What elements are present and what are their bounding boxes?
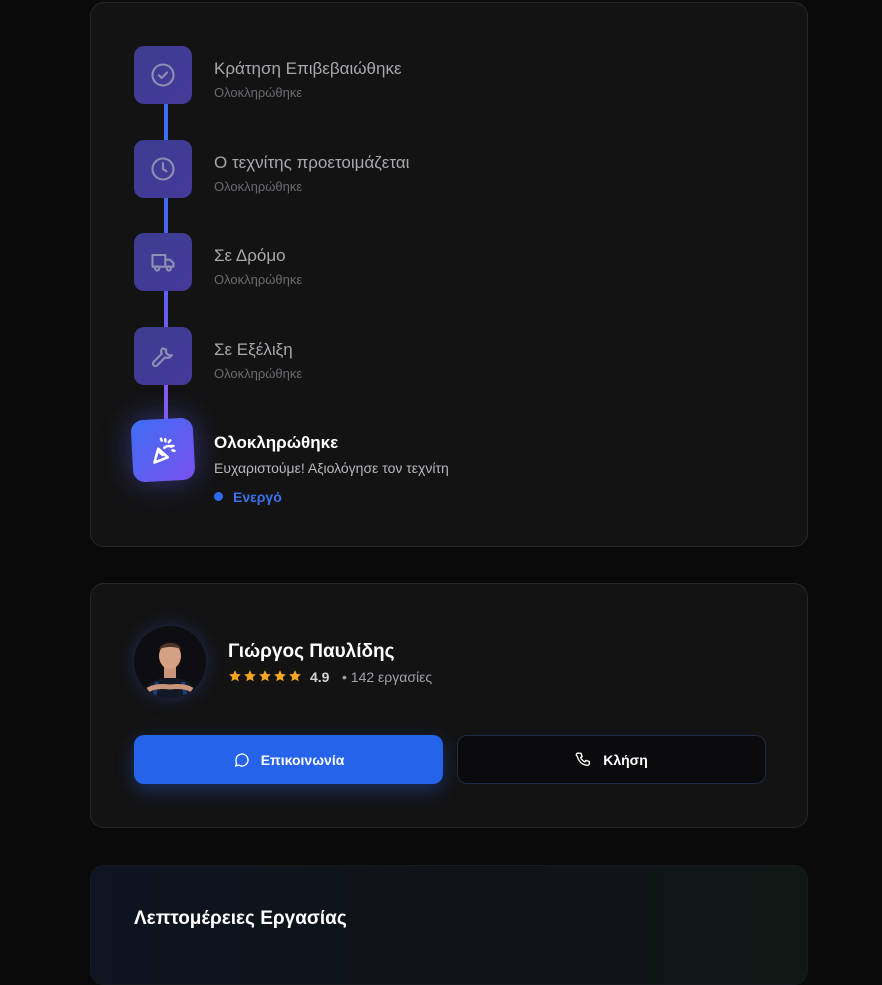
rating-stars <box>228 669 302 683</box>
call-button-label: Κλήση <box>603 751 648 768</box>
step-title: Σε Εξέλιξη <box>214 340 293 359</box>
star-icon <box>274 670 286 682</box>
step-title: Ο τεχνίτης προετοιμάζεται <box>214 153 410 172</box>
chat-bubble-icon <box>234 752 249 767</box>
timeline-step-confirmed: Κράτηση Επιβεβαιώθηκε Ολοκληρώθηκε <box>134 46 774 106</box>
rating-value: 4.9 <box>310 669 330 685</box>
party-popper-icon <box>130 417 196 483</box>
step-title: Κράτηση Επιβεβαιώθηκε <box>214 59 402 78</box>
job-details-card: Λεπτομέρειες Εργασίας <box>90 865 808 985</box>
call-button[interactable]: Κλήση <box>457 735 766 784</box>
truck-icon <box>134 233 192 291</box>
clock-icon <box>134 140 192 198</box>
check-circle-icon <box>134 46 192 104</box>
timeline-step-preparing: Ο τεχνίτης προετοιμάζεται Ολοκληρώθηκε <box>134 140 774 200</box>
jobs-count: • 142 εργασίες <box>342 669 433 685</box>
active-step-subtitle: Ευχαριστούμε! Αξιολόγησε τον τεχνίτη <box>214 460 449 476</box>
timeline-connector <box>164 193 168 423</box>
wrench-icon <box>134 327 192 385</box>
step-status: Ολοκληρώθηκε <box>214 179 303 194</box>
star-icon <box>259 670 271 682</box>
active-status-dot <box>214 492 223 501</box>
avatar <box>134 626 206 698</box>
step-status: Ολοκληρώθηκε <box>214 366 303 381</box>
step-status: Ολοκληρώθηκε <box>214 85 303 100</box>
technician-card: Γιώργος Παυλίδης 4.9 • 142 εργασίες Επικ… <box>90 583 808 828</box>
step-title: Σε Δρόμο <box>214 246 286 265</box>
phone-icon <box>575 751 591 766</box>
section-title: Λεπτομέρειες Εργασίας <box>134 908 347 929</box>
contact-button-label: Επικοινωνία <box>260 751 345 768</box>
contact-button[interactable]: Επικοινωνία <box>134 735 443 784</box>
progress-timeline-card: Κράτηση Επιβεβαιώθηκε Ολοκληρώθηκε Ο τεχ… <box>90 2 808 547</box>
star-icon <box>289 670 301 682</box>
technician-name: Γιώργος Παυλίδης <box>228 641 395 662</box>
star-icon <box>229 670 241 682</box>
timeline-step-in-progress: Σε Εξέλιξη Ολοκληρώθηκε <box>134 327 774 387</box>
timeline-step-on-the-way: Σε Δρόμο Ολοκληρώθηκε <box>134 233 774 293</box>
step-status: Ολοκληρώθηκε <box>214 272 303 287</box>
active-step-title: Ολοκληρώθηκε <box>214 433 339 452</box>
star-icon <box>244 670 256 682</box>
active-status-label: Ενεργό <box>233 489 282 505</box>
